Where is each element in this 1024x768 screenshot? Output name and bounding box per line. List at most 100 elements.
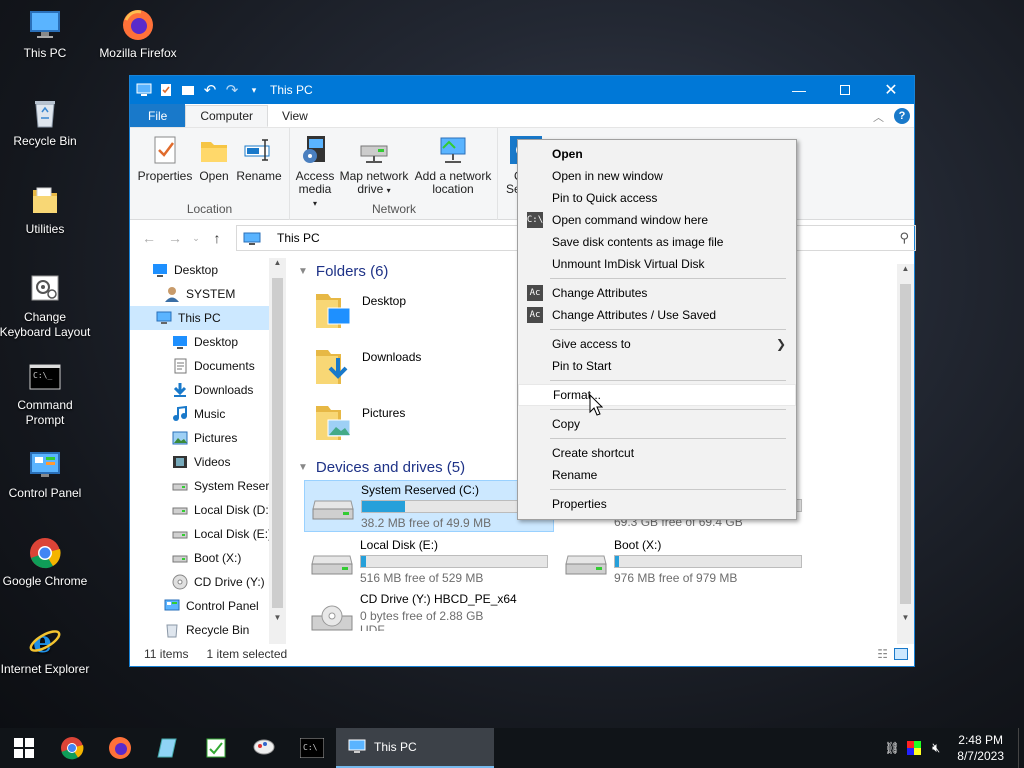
sidebar-item-videos[interactable]: Videos [130,450,286,474]
volume-muted-icon[interactable]: 🔇︎ [925,740,947,756]
details-view-icon[interactable]: ☷ [877,647,888,661]
show-desktop-button[interactable] [1018,728,1024,768]
network-group: Access media ▾ Map network drive ▾ Add a… [291,128,498,220]
menu-item-pin-to-quick-access[interactable]: Pin to Quick access [518,187,796,209]
scroll-up-icon[interactable]: ▲ [897,264,914,273]
redo-icon[interactable]: ↷ [224,82,240,99]
undo-icon[interactable]: ↶ [202,82,218,99]
sidebar-item-pictures[interactable]: Pictures [130,426,286,450]
desktop-icon-google-chrome[interactable]: Google Chrome [0,536,93,589]
qat-dropdown-icon[interactable]: ▾ [246,82,262,98]
desktop-icon-command-prompt[interactable]: C:\_ Command Prompt [0,360,93,428]
menu-item-properties[interactable]: Properties [518,493,796,515]
sidebar-item-downloads[interactable]: Downloads [130,378,286,402]
menu-item-create-shortcut[interactable]: Create shortcut [518,442,796,464]
desktop-icon-control-panel[interactable]: Control Panel [0,448,93,501]
notepad-icon[interactable] [144,728,192,768]
map-network-drive-button[interactable]: Map network drive ▾ [337,134,411,197]
snipping-icon[interactable] [240,728,288,768]
sidebar-item-cd-drive-y-h[interactable]: CD Drive (Y:) H [130,570,286,594]
cmd-icon: C:\_ [28,360,62,394]
chrome-icon[interactable] [48,728,96,768]
tab-view[interactable]: View [268,104,322,127]
clock[interactable]: 2:48 PM 8/7/2023 [947,732,1018,764]
taskbar-app-this-pc[interactable]: This PC [336,728,494,768]
menu-item-format[interactable]: Format... [518,384,796,406]
network-tray-icon[interactable]: ⛓ [881,741,903,755]
properties-button[interactable]: Properties [136,134,194,183]
menu-item-save-disk-contents-as-image-file[interactable]: Save disk contents as image file [518,231,796,253]
sidebar-item-boot-x-[interactable]: Boot (X:) [130,546,286,570]
menu-item-open[interactable]: Open [518,143,796,165]
status-bar: 11 items 1 item selected ☷ [130,642,914,666]
content-scrollbar[interactable]: ▲ ▼ [897,264,914,644]
scroll-down-icon[interactable]: ▼ [897,613,914,622]
desktop-icon-utilities[interactable]: Utilities [0,184,93,237]
sidebar-item-desktop[interactable]: Desktop [130,330,286,354]
properties-qat-icon[interactable] [158,82,174,98]
menu-item-open-command-window-here[interactable]: C:\ Open command window here [518,209,796,231]
maximize-button[interactable] [822,76,868,104]
tab-file[interactable]: File [130,104,186,127]
menu-item-give-access-to[interactable]: Give access to ❯ [518,333,796,355]
desktop-icon-change-keyboard-layout[interactable]: Change Keyboard Layout [0,272,93,340]
drive-item[interactable]: Local Disk (E:) 516 MB free of 529 MB [304,536,554,588]
item-count: 11 items [144,647,189,661]
minimize-button[interactable]: — [776,76,822,104]
sidebar-item-desktop[interactable]: Desktop [130,258,286,282]
desktop-icon-internet-explorer[interactable]: e Internet Explorer [0,624,93,677]
menu-separator [550,278,786,279]
cmd-icon[interactable]: C:\ [288,728,336,768]
menu-item-pin-to-start[interactable]: Pin to Start [518,355,796,377]
scroll-thumb[interactable] [900,284,911,604]
new-folder-qat-icon[interactable] [180,82,196,98]
sidebar-item-system-reserve[interactable]: System Reserve [130,474,286,498]
sidebar-item-label: Boot (X:) [194,551,242,565]
sidebar-item-documents[interactable]: Documents [130,354,286,378]
rename-button[interactable]: Rename [234,134,284,183]
sidebar-item-local-disk-e-[interactable]: Local Disk (E:) [130,522,286,546]
recent-locations-button[interactable]: ⌄ [188,233,204,244]
sidebar-item-control-panel[interactable]: Control Panel [130,594,286,618]
scroll-down-icon[interactable]: ▼ [269,613,286,622]
menu-item-copy[interactable]: Copy [518,413,796,435]
search-icon[interactable]: ⚲ [899,230,909,246]
menu-item-unmount-imdisk-virtual-disk[interactable]: Unmount ImDisk Virtual Disk [518,253,796,275]
help-icon[interactable]: ? [894,108,910,124]
firefox-icon[interactable] [96,728,144,768]
add-network-location-button[interactable]: Add a network location [413,134,493,196]
back-button[interactable]: ← [136,230,162,246]
drive-icon [172,550,188,566]
nav-scrollbar[interactable]: ▲ ▼ [269,258,286,644]
start-icon[interactable] [0,728,48,768]
access-media-button[interactable]: Access media ▾ [295,134,335,210]
properties-icon [149,134,181,166]
desktop-icon-this-pc[interactable]: This PC [0,8,93,61]
sidebar-item-recycle-bin[interactable]: Recycle Bin [130,618,286,642]
menu-item-change-attributes[interactable]: Ac Change Attributes [518,282,796,304]
collapse-ribbon-icon[interactable]: ︿ [873,109,884,125]
drive-item[interactable]: CD Drive (Y:) HBCD_PE_x64 0 bytes free of… [304,590,554,642]
drive-item[interactable]: Boot (X:) 976 MB free of 979 MB [558,536,808,588]
large-icons-view-icon[interactable] [894,648,908,660]
sidebar-item-local-disk-d-[interactable]: Local Disk (D:) [130,498,286,522]
desktop-icon-mozilla-firefox[interactable]: Mozilla Firefox [90,8,186,61]
sidebar-item-this-pc[interactable]: This PC [130,306,286,330]
desktop-icon-recycle-bin[interactable]: Recycle Bin [0,96,93,149]
up-button[interactable]: ↑ [204,230,230,246]
menu-item-rename[interactable]: Rename [518,464,796,486]
forward-button[interactable]: → [162,230,188,246]
tab-computer[interactable]: Computer [185,105,269,127]
scroll-up-icon[interactable]: ▲ [269,258,286,267]
sidebar-item-system[interactable]: SYSTEM [130,282,286,306]
menu-item-change-attributes-use-saved[interactable]: Ac Change Attributes / Use Saved [518,304,796,326]
menu-item-open-in-new-window[interactable]: Open in new window [518,165,796,187]
regedit-icon[interactable] [192,728,240,768]
color-tray-icon[interactable] [903,741,925,755]
close-button[interactable]: ✕ [868,76,914,104]
scroll-thumb[interactable] [272,278,283,608]
title-bar[interactable]: ↶ ↷ ▾ This PC — ✕ [130,76,914,104]
open-button[interactable]: Open [196,134,232,183]
sidebar-item-music[interactable]: Music [130,402,286,426]
rename-icon [243,134,275,166]
